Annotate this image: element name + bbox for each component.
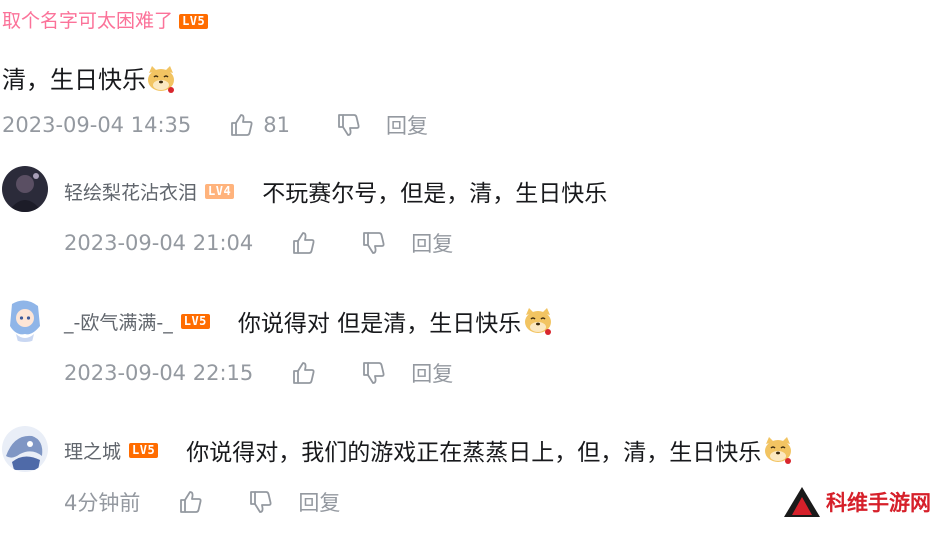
comment-time: 2023-09-04 21:04 [64,231,254,255]
reply-line: 轻绘梨花沾衣泪 LV4 不玩赛尔号，但是，清，生日快乐 [64,174,607,208]
reply-button[interactable]: 回复 [298,487,340,517]
reply-username[interactable]: 理之城 [64,437,121,464]
thumb-up-icon[interactable] [229,112,255,138]
level-badge: LV5 [180,313,210,329]
thumb-down-icon[interactable] [361,360,387,386]
top-comment-text: 清，生日快乐 [2,66,146,94]
top-comment-header: 取个名字可太困难了 LV5 [2,6,209,33]
doge-emoji-icon [523,306,553,336]
reply-meta: 4分钟前 回复 [64,487,340,517]
comment-time: 2023-09-04 14:35 [2,113,192,137]
reply-line: 理之城 LV5 你说得对，我们的游戏正在蒸蒸日上，但，清，生日快乐 [64,433,793,467]
watermark-text: 科维手游网 [826,491,931,515]
comment-time: 4分钟前 [64,491,141,515]
like-count: 81 [263,113,290,137]
thumb-down-icon[interactable] [361,230,387,256]
level-badge: LV4 [205,183,235,199]
top-comment-body: 清，生日快乐 [2,60,176,95]
reply-line: _-欧气满满-_ LV5 你说得对 但是清，生日快乐 [64,304,553,338]
thumb-down-icon[interactable] [336,112,362,138]
reply-meta: 2023-09-04 22:15 回复 [64,358,453,388]
avatar[interactable] [2,426,48,472]
reply-username[interactable]: _-欧气满满-_ [64,308,173,335]
watermark-logo-icon [782,485,822,519]
thumb-up-icon[interactable] [291,360,317,386]
reply-text: 你说得对 但是清，生日快乐 [237,311,522,337]
comment-time: 2023-09-04 22:15 [64,361,254,385]
reply-text: 不玩赛尔号，但是，清，生日快乐 [262,181,608,207]
watermark: 科维手游网 [782,485,931,519]
thumb-up-icon[interactable] [291,230,317,256]
doge-emoji-icon [146,64,176,94]
reply-button[interactable]: 回复 [411,228,453,258]
reply-button[interactable]: 回复 [386,110,428,140]
level-badge: LV5 [129,442,159,458]
doge-emoji-icon [763,435,793,465]
top-comment-meta: 2023-09-04 14:35 81 回复 [2,110,428,140]
reply-button[interactable]: 回复 [411,358,453,388]
top-comment-username[interactable]: 取个名字可太困难了 [2,10,173,32]
reply-meta: 2023-09-04 21:04 回复 [64,228,453,258]
reply-text: 你说得对，我们的游戏正在蒸蒸日上，但，清，生日快乐 [186,440,762,466]
thumb-up-icon[interactable] [178,489,204,515]
reply-username[interactable]: 轻绘梨花沾衣泪 [64,178,197,205]
level-badge: LV5 [179,14,209,29]
avatar[interactable] [2,296,48,342]
thumb-down-icon[interactable] [248,489,274,515]
avatar[interactable] [2,166,48,212]
